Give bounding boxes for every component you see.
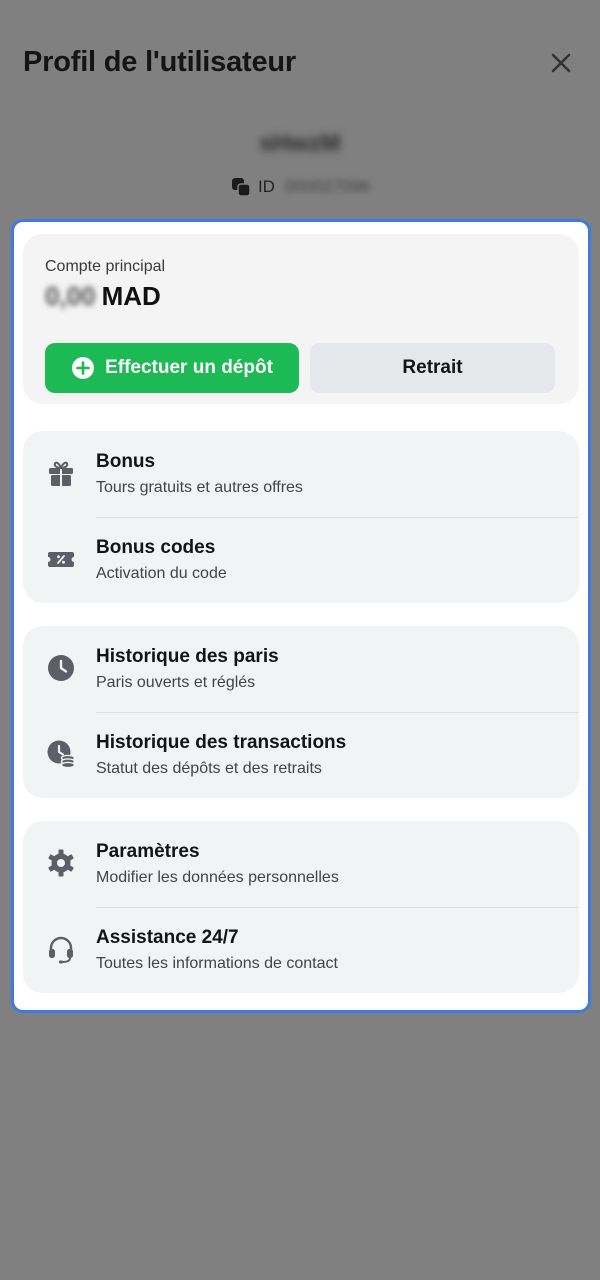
menu-item-title: Historique des transactions: [96, 732, 347, 753]
menu-item-title: Assistance 24/7: [96, 927, 239, 948]
user-id-label: ID: [257, 177, 275, 196]
headset-icon: [49, 936, 73, 964]
clock-icon: [48, 655, 74, 681]
menu-item-subtitle: Statut des dépôts et des retraits: [96, 760, 322, 777]
menu-item-transaction-history[interactable]: Historique des transactions Statut des d…: [23, 712, 579, 798]
close-icon: [551, 53, 571, 73]
profile-sheet: Compte principal 0,00 MAD Effectuer un d…: [11, 219, 591, 1013]
close-button[interactable]: [544, 46, 578, 80]
user-id-value: 000027096: [284, 177, 371, 196]
menu-item-subtitle: Toutes les informations de contact: [96, 955, 338, 972]
menu-item-title: Bonus codes: [96, 537, 216, 558]
page-title: Profil de l'utilisateur: [23, 46, 297, 78]
menu-item-title: Historique des paris: [96, 646, 279, 667]
user-info: sHwzM ID 000027096: [0, 128, 600, 197]
deposit-button[interactable]: Effectuer un dépôt: [45, 343, 299, 393]
username: sHwzM: [259, 130, 341, 157]
plus-circle-icon: [72, 357, 95, 379]
menu-item-bonus[interactable]: Bonus Tours gratuits et autres offres: [23, 431, 579, 518]
menu-item-subtitle: Tours gratuits et autres offres: [96, 479, 303, 496]
menu-group-settings: Paramètres Modifier les données personne…: [23, 821, 579, 993]
balance-amount: 0,00: [45, 281, 96, 311]
menu-item-bonus-codes[interactable]: Bonus codes Activation du code: [23, 517, 579, 603]
coupon-icon: [48, 552, 74, 567]
withdraw-button[interactable]: Retrait: [310, 343, 555, 393]
header: Profil de l'utilisateur: [0, 0, 600, 130]
clock-coins-icon: [47, 740, 76, 769]
menu-group-bonus: Bonus Tours gratuits et autres offres Bo…: [23, 431, 579, 603]
balance-card: Compte principal 0,00 MAD Effectuer un d…: [23, 234, 579, 404]
balance-currency: MAD: [101, 281, 161, 311]
balance-value: 0,00 MAD: [45, 281, 161, 312]
menu-item-subtitle: Paris ouverts et réglés: [96, 674, 256, 691]
deposit-label: Effectuer un dépôt: [105, 357, 273, 378]
gear-icon: [48, 849, 74, 877]
menu-item-subtitle: Modifier les données personnelles: [96, 869, 339, 886]
menu-item-support[interactable]: Assistance 24/7 Toutes les informations …: [23, 907, 579, 993]
menu-item-title: Bonus: [96, 451, 156, 472]
copy-icon: [231, 178, 251, 197]
menu-item-subtitle: Activation du code: [96, 565, 227, 582]
menu-item-settings[interactable]: Paramètres Modifier les données personne…: [23, 821, 579, 908]
gift-icon: [49, 461, 73, 486]
user-id-row[interactable]: ID 000027096: [0, 176, 600, 198]
balance-label: Compte principal: [45, 258, 166, 275]
menu-group-history: Historique des paris Paris ouverts et ré…: [23, 626, 579, 798]
menu-item-bet-history[interactable]: Historique des paris Paris ouverts et ré…: [23, 626, 579, 713]
menu-item-title: Paramètres: [96, 841, 200, 862]
